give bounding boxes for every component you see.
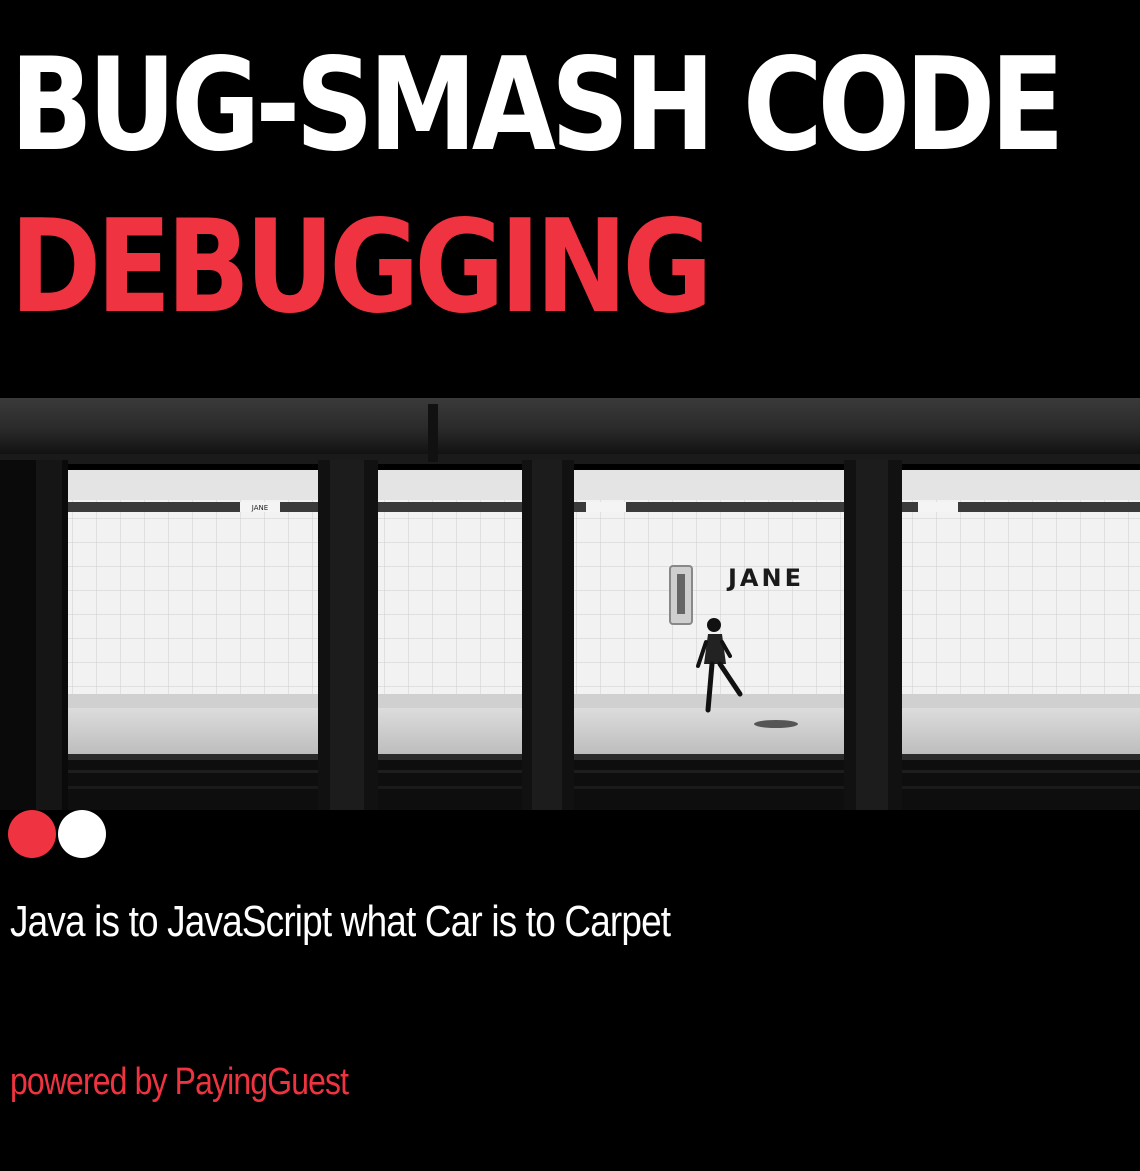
- poster-tagline: Java is to JavaScript what Car is to Car…: [10, 897, 671, 946]
- red-dot-icon: [8, 810, 56, 858]
- powered-by-text: powered by PayingGuest: [10, 1061, 349, 1103]
- poster-title-line-2: DEBUGGING: [10, 193, 713, 342]
- white-dot-icon: [58, 810, 106, 858]
- decorative-dots: [8, 810, 106, 862]
- subway-station-photo: JANE JANE: [0, 398, 1140, 810]
- photo-station-sign: JANE: [726, 564, 804, 592]
- event-poster: BUG-SMASH CODE DEBUGGING JANE JANE Java …: [0, 0, 1140, 1171]
- photo-small-sign-text: JANE: [251, 504, 268, 512]
- poster-title-line-1: BUG-SMASH CODE: [10, 31, 1065, 180]
